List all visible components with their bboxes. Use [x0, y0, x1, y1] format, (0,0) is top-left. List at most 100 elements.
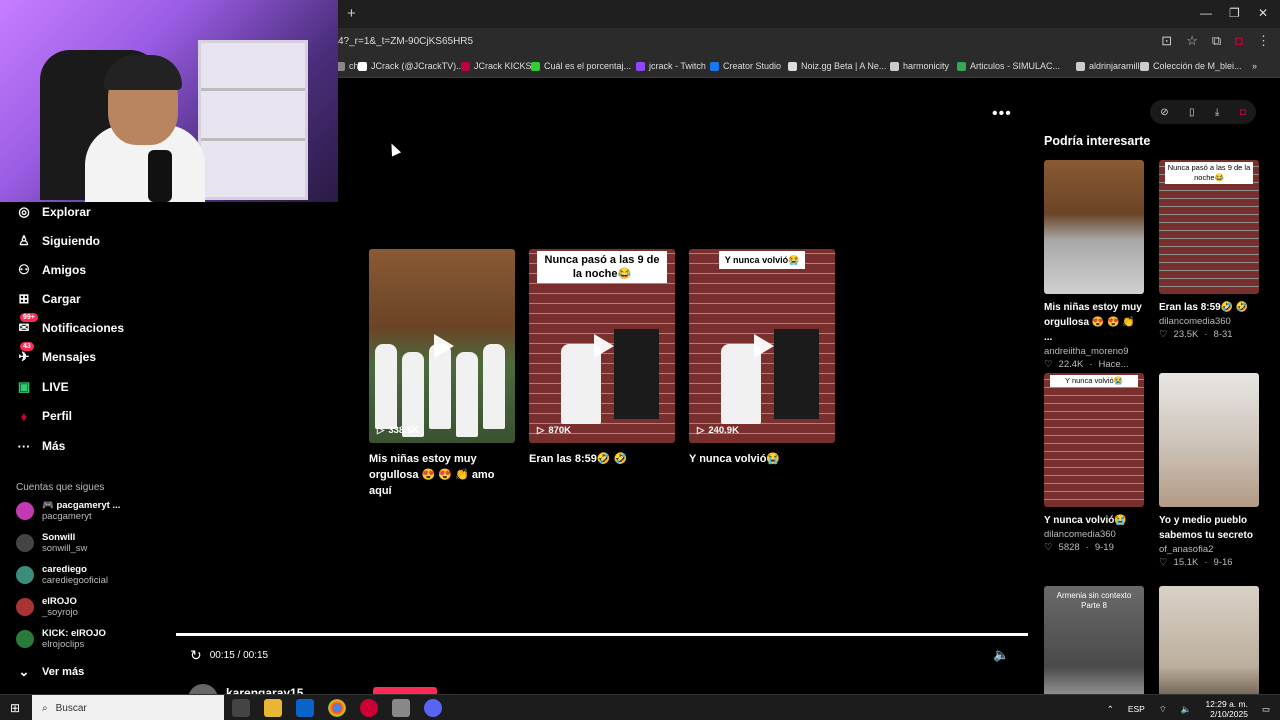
followed-account[interactable]: carediego carediegooficial	[16, 564, 108, 586]
sidebar-item-label: Más	[42, 439, 66, 453]
file-explorer-icon[interactable]	[264, 699, 282, 717]
recommended-author[interactable]: dilancomedia360	[1159, 316, 1259, 327]
play-icon[interactable]	[434, 334, 454, 358]
extensions-icon[interactable]: ⧉	[1212, 33, 1221, 49]
speaker-icon[interactable]: 🔈	[1181, 704, 1192, 715]
windows-start-icon[interactable]: ⊞	[10, 701, 20, 715]
network-icon[interactable]: ⌔	[1159, 704, 1167, 715]
monitor-app-icon[interactable]	[392, 699, 410, 717]
recommended-author[interactable]: of_anasofia2	[1159, 544, 1259, 555]
sidebar-item-upload[interactable]: ⊞ Cargar	[16, 291, 81, 307]
play-icon[interactable]	[754, 334, 774, 358]
notifications-icon[interactable]: ▭	[1262, 704, 1270, 715]
recommended-video-card[interactable]: Mis niñas estoy muy orgullosa 😍 😍 👏 ... a…	[1044, 160, 1144, 370]
recommended-thumbnail[interactable]	[1044, 160, 1144, 294]
recommended-thumbnail[interactable]: Y nunca volvió😭	[1044, 373, 1144, 507]
video-card[interactable]: Y nunca volvió😭 ▷ 240.9K Y nunca volvió😭	[689, 249, 835, 467]
download-icon[interactable]: ⤓	[1215, 107, 1219, 118]
url-text[interactable]: 4?_r=1&_t=ZM-90CjKS65HR5	[338, 36, 473, 47]
bookmark-item[interactable]: ch	[336, 61, 359, 71]
discord-icon[interactable]	[424, 699, 442, 717]
bookmark-item[interactable]: harmonicity	[890, 61, 949, 71]
view-count: ▷ 870K	[537, 425, 571, 436]
install-icon[interactable]: ⊡	[1161, 33, 1172, 49]
more-options-icon[interactable]: •••	[992, 105, 1012, 123]
clock[interactable]: 12:29 a. m. 2/10/2025	[1205, 699, 1248, 719]
taskbar-search[interactable]: ⌕ Buscar	[32, 695, 224, 720]
profile-icon[interactable]: ◘	[1235, 33, 1243, 49]
video-title[interactable]: Y nunca volvió😭	[689, 451, 835, 467]
bookmark-item[interactable]: Colección de M_blei...	[1140, 61, 1242, 71]
close-window-button[interactable]: ✕	[1258, 6, 1268, 20]
recommended-video-card[interactable]: Yo y medio pueblo sabemos tu secreto of_a…	[1159, 373, 1259, 568]
bookmark-item[interactable]: Cuál es el porcentaj...	[531, 61, 631, 71]
video-thumbnail[interactable]: Nunca pasó a las 9 de la noche😂 ▷ 870K	[529, 249, 675, 443]
recommended-video-card[interactable]: Y nunca volvió😭 Y nunca volvió😭 dilancomed…	[1044, 373, 1144, 553]
recommended-thumbnail[interactable]: Nunca pasó a las 9 de la noche😂	[1159, 160, 1259, 294]
share-link-icon[interactable]: ⊘	[1160, 107, 1168, 118]
taskbar: ⊞ ⌕ Buscar ⌃ ESP ⌔ 🔈 12:29 a. m. 2/10/20…	[0, 694, 1280, 720]
bookmark-item[interactable]: Articulos - SIMULAC...	[957, 61, 1060, 71]
outlook-icon[interactable]	[296, 699, 314, 717]
sidebar-item-bell[interactable]: ✉ 99+ Notificaciones	[16, 313, 124, 336]
video-progress-bar[interactable]	[176, 633, 1028, 636]
followed-account[interactable]: 🎮 pacgameryt ... pacgameryt	[16, 500, 120, 522]
video-title[interactable]: Mis niñas estoy muy orgullosa 😍 😍 👏 amo …	[369, 451, 515, 499]
device-icon[interactable]: ▯	[1189, 107, 1195, 118]
video-thumbnail[interactable]: Y nunca volvió😭 ▷ 240.9K	[689, 249, 835, 443]
tray-chevron-icon[interactable]: ⌃	[1107, 704, 1114, 715]
sidebar-item-live[interactable]: ▣ LIVE	[16, 379, 69, 395]
bookmark-item[interactable]: JCrack KICKS	[461, 61, 532, 71]
account-name: elROJO	[42, 596, 77, 607]
bookmark-item[interactable]: JCrack (@JCrackTV)...	[358, 61, 464, 71]
sidebar-item-messages[interactable]: ✈ 43 Mensajes	[16, 342, 96, 365]
chrome-icon[interactable]	[328, 699, 346, 717]
language-indicator[interactable]: ESP	[1128, 704, 1145, 714]
recommended-title[interactable]: Mis niñas estoy muy orgullosa 😍 😍 👏 ...	[1044, 300, 1144, 345]
bookmarks-overflow-button[interactable]: »	[1252, 61, 1257, 71]
sidebar-item-compass[interactable]: ◎ Explorar	[16, 204, 90, 220]
replay-icon[interactable]: ↻	[190, 647, 202, 664]
bookmark-item[interactable]: Creator Studio	[710, 61, 781, 71]
new-tab-button[interactable]: +	[347, 5, 356, 22]
creator-username[interactable]: karengaray15	[226, 686, 303, 694]
menu-icon[interactable]: ⋮	[1257, 33, 1270, 49]
bookmark-item[interactable]: Noiz.gg Beta | A Ne...	[788, 61, 886, 71]
followed-account[interactable]: elROJO _soyrojo	[16, 596, 78, 618]
recommendations-title: Podría interesarte	[1044, 134, 1151, 148]
recommended-title[interactable]: Eran las 8:59🤣 🤣	[1159, 300, 1259, 315]
see-more-button[interactable]: ⌄ Ver más	[16, 664, 85, 680]
sidebar-item-more[interactable]: ··· Más	[16, 438, 66, 454]
volume-icon[interactable]: 🔈	[993, 647, 1009, 663]
video-thumbnail[interactable]: ▷ 338.6K	[369, 249, 515, 443]
play-icon[interactable]	[594, 334, 614, 358]
extension-logo-icon[interactable]: ◘	[1240, 107, 1246, 118]
creator-avatar[interactable]	[188, 684, 218, 694]
sidebar-item-profile[interactable]: ♦ Perfil	[16, 408, 72, 424]
followed-account-text: KICK: elROJO elrojoclips	[42, 628, 106, 650]
views-play-icon: ▷	[377, 425, 385, 436]
recommended-title[interactable]: Yo y medio pueblo sabemos tu secreto	[1159, 513, 1259, 543]
recommended-author[interactable]: andreiitha_moreno9	[1044, 346, 1144, 357]
video-card[interactable]: Nunca pasó a las 9 de la noche😂 ▷ 870K Eran…	[529, 249, 675, 467]
followed-account[interactable]: Sonwill sonwill_sw	[16, 532, 87, 554]
recommended-author[interactable]: dilancomedia360	[1044, 529, 1144, 540]
screen: + — ❐ ✕ 4?_r=1&_t=ZM-90CjKS65HR5 ⊡ ☆ ⧉ ◘…	[0, 0, 1280, 720]
task-view-icon[interactable]	[232, 699, 250, 717]
bookmark-item[interactable]: jcrack - Twitch	[636, 61, 706, 71]
recommended-video-card[interactable]: Nunca pasó a las 9 de la noche😂 Eran las …	[1159, 160, 1259, 340]
minimize-button[interactable]: —	[1200, 6, 1212, 20]
like-count: 23.5K	[1173, 329, 1199, 340]
bookmark-star-icon[interactable]: ☆	[1186, 33, 1198, 49]
bookmark-item[interactable]: aldrinjaramillo	[1076, 61, 1145, 71]
follow-button[interactable]	[373, 687, 437, 694]
recommended-title[interactable]: Y nunca volvió😭	[1044, 513, 1144, 528]
maximize-button[interactable]: ❐	[1229, 6, 1240, 20]
followed-account[interactable]: KICK: elROJO elrojoclips	[16, 628, 106, 650]
sidebar-item-following[interactable]: ♙ Siguiendo	[16, 233, 100, 249]
video-card[interactable]: ▷ 338.6K Mis niñas estoy muy orgullosa 😍 😍…	[369, 249, 515, 499]
sidebar-item-friends[interactable]: ⚇ Amigos	[16, 262, 86, 278]
recommended-thumbnail[interactable]	[1159, 373, 1259, 507]
video-title[interactable]: Eran las 8:59🤣 🤣	[529, 451, 675, 467]
app-icon[interactable]	[360, 699, 378, 717]
